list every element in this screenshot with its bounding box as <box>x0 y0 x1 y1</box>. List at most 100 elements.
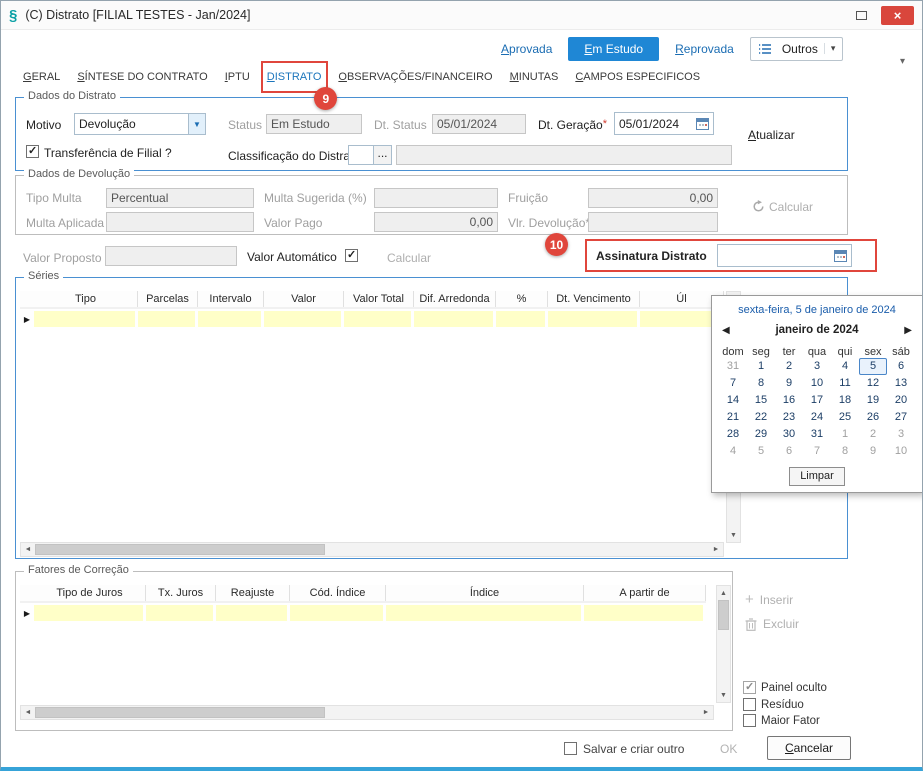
column-header[interactable]: Dt. Vencimento <box>548 291 640 307</box>
transferencia-de-filial-checkbox[interactable] <box>26 144 39 158</box>
column-header[interactable]: Índice <box>386 585 584 601</box>
motivo-select[interactable]: Devolução ▼ <box>74 113 206 135</box>
empty-grid-cell[interactable] <box>548 311 640 327</box>
inserir-button[interactable]: + Inserir <box>745 591 793 608</box>
calendar-day[interactable]: 6 <box>887 358 915 375</box>
reprovada-link[interactable]: Reprovada <box>675 42 734 56</box>
calendar-day[interactable]: 29 <box>747 426 775 443</box>
residuo-checkbox[interactable] <box>743 698 756 711</box>
aprovada-link[interactable]: Aprovada <box>501 42 552 56</box>
painel-oculto-checkbox[interactable] <box>743 680 756 694</box>
calendar-day[interactable]: 25 <box>831 409 859 426</box>
calendar-icon[interactable] <box>833 249 847 262</box>
series-empty-row[interactable]: ▶ <box>20 311 724 328</box>
empty-grid-cell[interactable] <box>344 311 414 327</box>
column-header[interactable]: Tipo <box>34 291 138 307</box>
empty-grid-cell[interactable] <box>496 311 548 327</box>
calendar-day[interactable]: 31 <box>803 426 831 443</box>
empty-grid-cell[interactable] <box>138 311 198 327</box>
calendar-day[interactable]: 31 <box>719 358 747 375</box>
classificacao-browse-button[interactable]: ... <box>373 145 392 165</box>
column-header[interactable]: Reajuste <box>216 585 290 601</box>
assinatura-distrato-field[interactable] <box>716 244 852 267</box>
tab-overflow-chevron-down-icon[interactable]: ▾ <box>900 56 905 67</box>
calcular-devolucao-button[interactable]: Calcular <box>752 200 813 214</box>
calendar-day[interactable]: 1 <box>831 426 859 443</box>
calendar-day[interactable]: 22 <box>747 409 775 426</box>
scroll-right-icon[interactable]: ► <box>699 706 713 719</box>
scroll-left-icon[interactable]: ◄ <box>21 706 35 719</box>
valor-automatico-checkbox[interactable] <box>345 248 358 262</box>
fatores-vertical-scrollbar[interactable]: ▲ ▼ <box>716 585 731 703</box>
cancelar-button[interactable]: Cancelar <box>767 736 851 760</box>
scroll-up-icon[interactable]: ▲ <box>717 586 730 600</box>
calendar-day[interactable]: 8 <box>747 375 775 392</box>
tab-geral[interactable]: GERAL <box>23 71 60 83</box>
calendar-day[interactable]: 24 <box>803 409 831 426</box>
empty-grid-cell[interactable] <box>34 311 138 327</box>
calendar-day[interactable]: 3 <box>887 426 915 443</box>
tab-iptu[interactable]: IPTU <box>225 71 250 83</box>
close-button[interactable]: × <box>881 5 914 25</box>
calendar-day[interactable]: 13 <box>887 375 915 392</box>
tab-sintese-do-contrato[interactable]: SÍNTESE DO CONTRATO <box>77 71 207 83</box>
scroll-down-icon[interactable]: ▼ <box>717 688 730 702</box>
empty-grid-cell[interactable] <box>584 605 706 621</box>
calendar-icon[interactable] <box>696 117 709 130</box>
tab-distrato[interactable]: DISTRATO 9 <box>260 61 338 110</box>
column-header[interactable]: A partir de <box>584 585 706 601</box>
calendar-day[interactable]: 4 <box>831 358 859 375</box>
tab-campos-especificos[interactable]: CAMPOS ESPECIFICOS <box>575 71 700 83</box>
calendar-day[interactable]: 9 <box>775 375 803 392</box>
scrollbar-thumb[interactable] <box>718 600 729 630</box>
calendar-day[interactable]: 20 <box>887 392 915 409</box>
scrollbar-thumb[interactable] <box>35 707 325 718</box>
dt-geracao-field[interactable]: 05/01/2024 <box>614 112 714 135</box>
scroll-left-icon[interactable]: ◄ <box>21 543 35 556</box>
calendar-day[interactable]: 15 <box>747 392 775 409</box>
tab-observacoes-financeiro[interactable]: OBSERVAÇÕES/FINANCEIRO <box>338 71 492 83</box>
calendar-day[interactable]: 26 <box>859 409 887 426</box>
outros-button[interactable]: Outros ▾ <box>749 36 844 61</box>
column-header[interactable]: Tx. Juros <box>146 585 216 601</box>
calendar-day[interactable]: 14 <box>719 392 747 409</box>
calendar-day[interactable]: 23 <box>775 409 803 426</box>
column-header[interactable]: Valor Total <box>344 291 414 307</box>
scroll-down-icon[interactable]: ▼ <box>727 528 740 542</box>
calendar-day-selected[interactable]: 5 <box>859 358 887 375</box>
calendar-day[interactable]: 1 <box>747 358 775 375</box>
empty-grid-cell[interactable] <box>386 605 584 621</box>
calendar-day[interactable]: 7 <box>719 375 747 392</box>
column-header[interactable]: Cód. Índice <box>290 585 386 601</box>
maior-fator-checkbox[interactable] <box>743 714 756 727</box>
calendar-day[interactable]: 2 <box>775 358 803 375</box>
empty-grid-cell[interactable] <box>264 311 344 327</box>
empty-grid-cell[interactable] <box>216 605 290 621</box>
empty-grid-cell[interactable] <box>34 605 146 621</box>
fatores-horizontal-scrollbar[interactable]: ◄ ► <box>20 705 714 720</box>
column-header[interactable]: Parcelas <box>138 291 198 307</box>
column-header[interactable]: Tipo de Juros <box>34 585 146 601</box>
empty-grid-cell[interactable] <box>146 605 216 621</box>
calendar-day[interactable]: 5 <box>747 443 775 460</box>
scroll-right-icon[interactable]: ► <box>709 543 723 556</box>
column-header[interactable]: Valor <box>264 291 344 307</box>
atualizar-button[interactable]: Atualizar <box>748 128 795 142</box>
series-horizontal-scrollbar[interactable]: ◄ ► <box>20 542 724 557</box>
limpar-button[interactable]: Limpar <box>789 467 845 486</box>
empty-grid-cell[interactable] <box>290 605 386 621</box>
combo-chevron-down-icon[interactable]: ▼ <box>188 114 205 134</box>
calendar-day[interactable]: 12 <box>859 375 887 392</box>
em-estudo-button[interactable]: Em Estudo <box>568 36 660 61</box>
fatores-empty-row[interactable]: ▶ <box>20 605 706 622</box>
calendar-day[interactable]: 10 <box>803 375 831 392</box>
calendar-day[interactable]: 4 <box>719 443 747 460</box>
calendar-day[interactable]: 19 <box>859 392 887 409</box>
minimize-button[interactable] <box>847 6 875 25</box>
classificacao-code-field[interactable] <box>348 145 374 165</box>
calendar-day[interactable]: 27 <box>887 409 915 426</box>
calendar-day[interactable]: 7 <box>803 443 831 460</box>
chevron-left-icon[interactable]: ◀ <box>722 325 730 336</box>
calcular-valor-button[interactable]: Calcular <box>387 251 431 265</box>
calendar-day[interactable]: 11 <box>831 375 859 392</box>
